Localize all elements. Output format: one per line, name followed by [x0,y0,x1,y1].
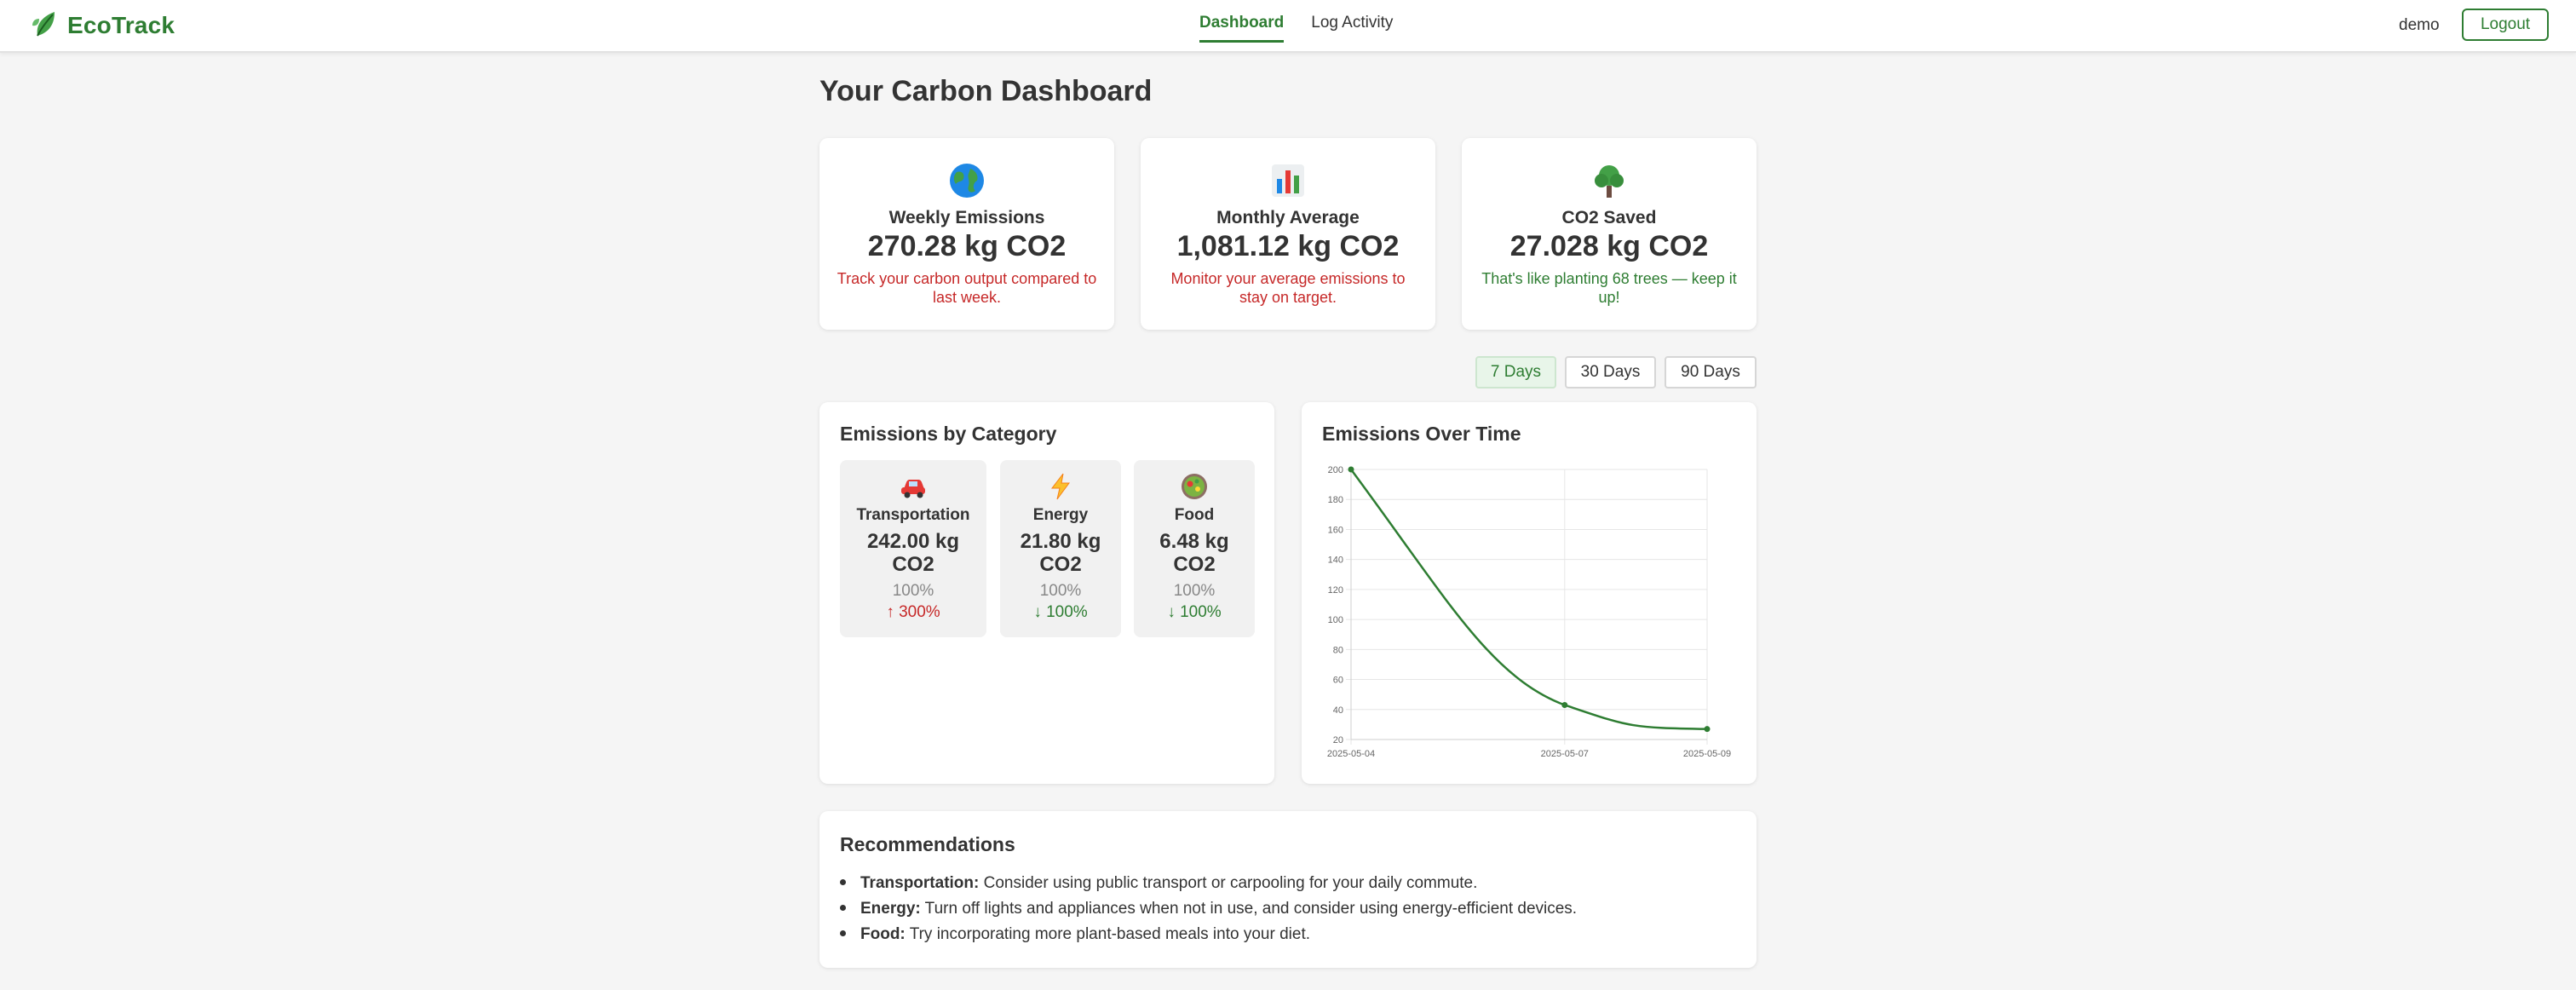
bar-chart-icon [1141,162,1435,199]
logout-button[interactable]: Logout [2462,9,2549,41]
lightning-icon [1000,472,1121,501]
category-change: ↓ 100% [1033,603,1088,621]
stat-value: 270.28 kg CO2 [867,230,1067,262]
nav-dashboard[interactable]: Dashboard [1199,3,1285,43]
y-tick-label: 20 [1333,735,1343,745]
stat-note: That's like planting 68 trees — keep it … [1481,270,1737,306]
user-name: demo [2399,16,2440,34]
range-7-days-button[interactable]: 7 Days [1475,356,1556,389]
recommendation-text: Turn off lights and appliances when not … [920,900,1578,918]
category-share: 100% [892,582,934,600]
bullet-icon [840,878,846,885]
category-name: Transportation [856,506,970,524]
emissions-by-category-panel: Emissions by Category Transportation 242… [819,402,1274,784]
category-share: 100% [1173,582,1216,600]
salad-icon [1134,472,1255,501]
recommendation-text: Consider using public transport or carpo… [979,874,1478,892]
recommendation-text: Try incorporating more plant-based meals… [905,925,1310,943]
brand[interactable]: EcoTrack [29,10,175,41]
stat-label: Monthly Average [1216,208,1360,227]
y-tick-label: 60 [1333,676,1343,686]
range-90-days-button[interactable]: 90 Days [1665,356,1757,389]
series-line [1349,469,1708,730]
x-tick-label: 2025-05-04 [1327,749,1375,759]
recommendation-category: Energy: [860,900,921,918]
y-tick-label: 200 [1328,465,1343,475]
bullet-icon [840,930,846,936]
recommendation-category: Transportation: [860,874,980,892]
recommendation-item: Energy: Turn off lights and appliances w… [840,896,1577,922]
leaf-logo-icon [29,9,60,43]
brand-name: EcoTrack [67,12,175,38]
emissions-over-time-panel: Emissions Over Time 20 40 60 80 100 120 140 160… [1302,402,1757,784]
bullet-icon [840,904,846,911]
panel-title: Emissions by Category [840,423,1057,445]
page-title: Your Carbon Dashboard [819,75,1153,107]
category-value: 6.48 kg CO2 [1159,530,1229,576]
main-nav: Dashboard Log Activity [1199,0,1420,51]
x-tick-label: 2025-05-09 [1683,749,1731,759]
stat-note: Track your carbon output compared to las… [837,270,1097,306]
top-navbar: EcoTrack Dashboard Log Activity demo Log… [0,0,2576,53]
y-tick-label: 40 [1333,705,1343,716]
category-tile-food: Food 6.48 kg CO2 100% ↓ 100% [1134,460,1255,637]
y-tick-label: 100 [1328,615,1343,625]
category-tile-energy: Energy 21.80 kg CO2 100% ↓ 100% [1000,460,1121,637]
category-name: Food [1174,506,1215,524]
nav-log-activity[interactable]: Log Activity [1311,3,1393,43]
category-change: ↑ 300% [886,603,940,621]
recommendation-item: Transportation: Consider using public tr… [840,871,1577,896]
weekly-emissions-card: Weekly Emissions 270.28 kg CO2 Track you… [819,138,1114,330]
category-share: 100% [1039,582,1082,600]
tree-icon [1462,162,1757,199]
category-change: ↓ 100% [1167,603,1222,621]
stat-note: Monitor your average emissions to stay o… [1170,270,1406,306]
stat-label: CO2 Saved [1561,208,1657,227]
y-tick-label: 120 [1328,585,1343,596]
category-value: 21.80 kg CO2 [1020,530,1101,576]
category-value: 242.00 kg CO2 [866,530,960,576]
globe-icon [819,162,1114,199]
stat-value: 1,081.12 kg CO2 [1176,230,1400,262]
recommendations-panel: Recommendations Transportation: Consider… [819,811,1757,968]
recommendation-item: Food: Try incorporating more plant-based… [840,922,1577,947]
data-point [1561,701,1568,708]
y-tick-label: 140 [1328,555,1343,566]
co2-saved-card: CO2 Saved 27.028 kg CO2 That's like plan… [1462,138,1757,330]
emissions-line-chart: 20 40 60 80 100 120 140 160 180 200 2025-05-04 2025… [1327,465,1731,759]
recommendation-category: Food: [860,925,906,943]
category-name: Energy [1032,506,1089,524]
x-tick-label: 2025-05-07 [1541,749,1589,759]
recommendations-list: Transportation: Consider using public tr… [840,871,1577,947]
recommendations-title: Recommendations [840,833,1015,855]
monthly-average-card: Monthly Average 1,081.12 kg CO2 Monitor … [1141,138,1435,330]
stat-value: 27.028 kg CO2 [1509,230,1709,262]
range-30-days-button[interactable]: 30 Days [1565,356,1656,389]
stat-label: Weekly Emissions [888,208,1045,227]
data-point [1348,466,1354,473]
data-point [1704,726,1711,733]
y-tick-label: 180 [1328,495,1343,505]
category-tile-transportation: Transportation 242.00 kg CO2 100% ↑ 300% [840,460,986,637]
y-tick-label: 80 [1333,645,1343,655]
y-tick-label: 160 [1328,525,1343,535]
car-icon [840,472,986,501]
